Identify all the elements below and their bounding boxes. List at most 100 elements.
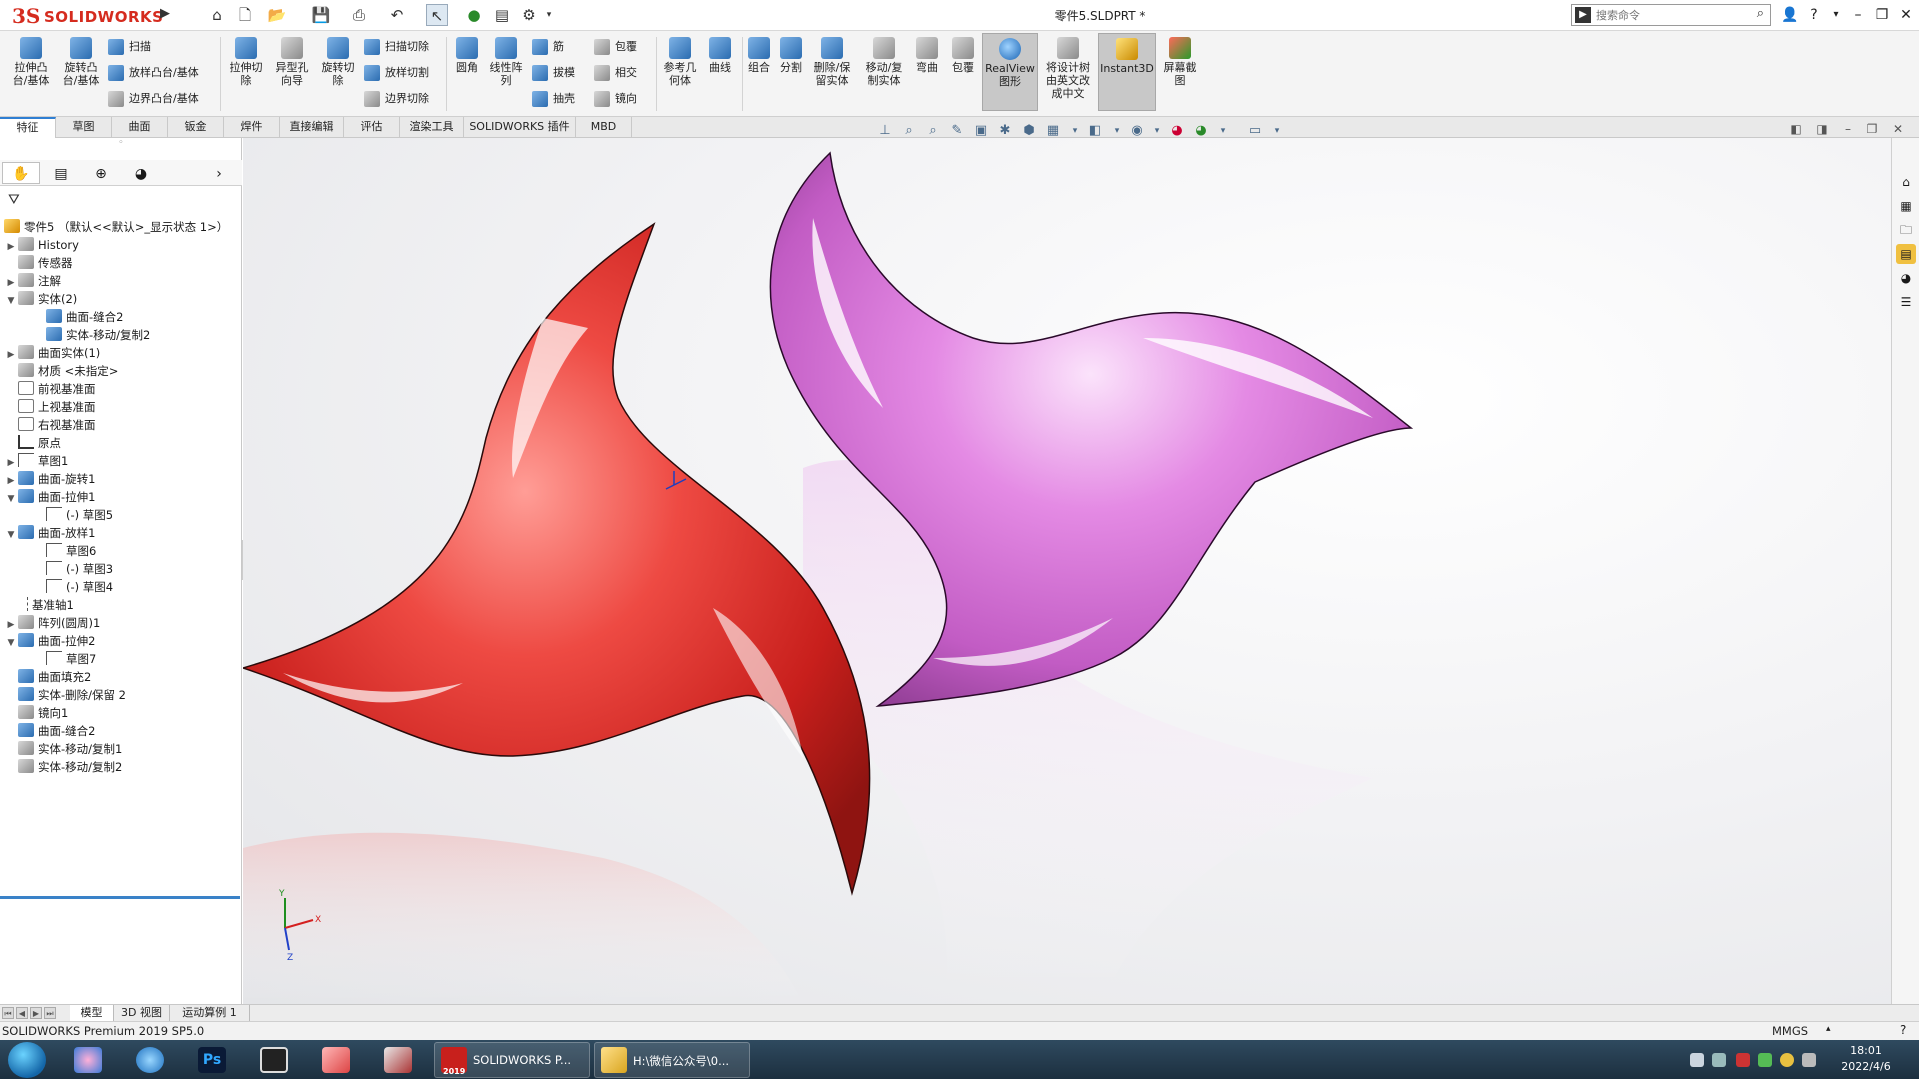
tab-sketch[interactable]: 草图 (56, 117, 112, 138)
tab-render-tools[interactable]: 渲染工具 (400, 117, 464, 138)
system-clock[interactable]: 18:01 2022/4/6 (1826, 1043, 1906, 1075)
taskbar-app-recorder[interactable] (248, 1043, 300, 1077)
appearances-scenes-icon[interactable]: ◕ (1896, 268, 1916, 288)
search-input[interactable] (1596, 7, 1736, 23)
tree-item-sketch6[interactable]: 草图6 (32, 542, 96, 560)
instant3d-button[interactable]: Instant3D (1098, 33, 1156, 111)
fillet-button[interactable]: 圆角 (450, 37, 484, 74)
tab-model[interactable]: 模型 (70, 1005, 114, 1021)
loft-cut-button[interactable]: 放样切割 (364, 63, 429, 83)
help-dropdown-icon[interactable]: ▾ (1824, 4, 1848, 26)
shell-button[interactable]: 抽壳 (532, 89, 575, 109)
panel-expand-icon[interactable]: › (206, 162, 232, 184)
minimize-icon[interactable]: – (1846, 4, 1870, 26)
collapse-arrow-icon[interactable]: ▼ (4, 292, 18, 310)
intersect-button[interactable]: 相交 (594, 63, 637, 83)
collapse-arrow-icon[interactable]: ▼ (4, 526, 18, 544)
tab-evaluate[interactable]: 评估 (344, 117, 400, 138)
close-icon[interactable]: ✕ (1894, 4, 1918, 26)
unit-system[interactable]: MMGS (1772, 1024, 1808, 1038)
tab-surfaces[interactable]: 曲面 (112, 117, 168, 138)
tree-item-axis1[interactable]: 基准轴1 (4, 596, 74, 614)
solidworks-resources-icon[interactable]: ⌂ (1896, 172, 1916, 192)
collapse-arrow-icon[interactable]: ▼ (4, 634, 18, 652)
panel-grip-icon[interactable]: ◦ (0, 138, 242, 160)
tree-item-sensors[interactable]: 传感器 (4, 254, 73, 272)
curves-button[interactable]: 曲线 (702, 37, 738, 74)
tree-item-delete-keep2[interactable]: 实体-删除/保留 2 (4, 686, 126, 704)
tray-volume-icon[interactable] (1802, 1053, 1816, 1067)
realview-graphics-button[interactable]: RealView 图形 (982, 33, 1038, 111)
tree-item-right-plane[interactable]: 右视基准面 (4, 416, 96, 434)
split-button[interactable]: 分割 (776, 37, 806, 74)
tree-item-mirror1[interactable]: 镜向1 (4, 704, 68, 722)
options-dropdown-icon[interactable]: ▾ (544, 4, 554, 26)
solidworks-logo[interactable]: 3S SOLIDWORKS (4, 3, 163, 28)
custom-properties-icon[interactable]: ☰ (1896, 292, 1916, 312)
tree-item-sketch5[interactable]: (-) 草图5 (32, 506, 113, 524)
home-icon[interactable]: ⌂ (206, 4, 228, 26)
view-palette-icon[interactable]: ▤ (1896, 244, 1916, 264)
draft-button[interactable]: 拔模 (532, 63, 575, 83)
tree-item-origin[interactable]: 原点 (4, 434, 61, 452)
tray-antivirus-icon[interactable] (1736, 1053, 1750, 1067)
user-account-icon[interactable]: 👤 (1778, 4, 1802, 26)
taskbar-solidworks-window[interactable]: 2019 SOLIDWORKS P... (434, 1042, 590, 1078)
extrude-boss-button[interactable]: 拉伸凸 台/基体 (8, 37, 54, 87)
print-icon[interactable]: ⎙ (348, 4, 370, 26)
tree-item-surface-loft1[interactable]: ▼ 曲面-放样1 (4, 524, 95, 542)
rollback-bar[interactable] (0, 896, 240, 899)
tree-item-front-plane[interactable]: 前视基准面 (4, 380, 96, 398)
design-library-icon[interactable]: ▦ (1896, 196, 1916, 216)
tab-3d-views[interactable]: 3D 视图 (114, 1005, 170, 1021)
property-manager-tab-icon[interactable]: ▤ (42, 162, 80, 184)
tree-item-sketch7[interactable]: 草图7 (32, 650, 96, 668)
tab-motion-study[interactable]: 运动算例 1 (170, 1005, 250, 1021)
tree-item-annotations[interactable]: ▶ 注解 (4, 272, 61, 290)
tree-item-sketch1[interactable]: ▶ 草图1 (4, 452, 68, 470)
tree-item-body-move2[interactable]: 实体-移动/复制2 (32, 326, 150, 344)
tab-features[interactable]: 特征 (0, 117, 56, 138)
tray-network-icon[interactable] (1712, 1053, 1726, 1067)
revolve-cut-button[interactable]: 旋转切 除 (316, 37, 360, 87)
graphics-area[interactable]: Y X Z (243, 138, 1891, 1004)
taskbar-app-tools[interactable] (372, 1043, 424, 1077)
rib-button[interactable]: 筋 (532, 37, 564, 57)
tree-item-move-copy1[interactable]: 实体-移动/复制1 (4, 740, 122, 758)
options-gear-icon[interactable]: ⚙ (518, 4, 540, 26)
tree-item-sketch3[interactable]: (-) 草图3 (32, 560, 113, 578)
new-file-icon[interactable]: 🗋 (234, 4, 256, 26)
revolve-boss-button[interactable]: 旋转凸 台/基体 (58, 37, 104, 87)
tree-item-material[interactable]: 材质 <未指定> (4, 362, 118, 380)
reference-geometry-button[interactable]: 参考几 何体 (660, 37, 700, 87)
open-file-icon[interactable]: 📂 (266, 4, 288, 26)
tray-expand-icon[interactable] (1690, 1053, 1704, 1067)
select-pointer-icon[interactable]: ↖ (426, 4, 448, 26)
boundary-boss-button[interactable]: 边界凸台/基体 (108, 89, 199, 109)
search-commands[interactable]: ▶ ⌕ (1571, 4, 1771, 26)
windows-start-icon[interactable] (8, 1042, 46, 1078)
tab-weldments[interactable]: 焊件 (224, 117, 280, 138)
tab-solidworks-addins[interactable]: SOLIDWORKS 插件 (464, 117, 576, 138)
tree-item-sketch4[interactable]: (-) 草图4 (32, 578, 113, 596)
taskbar-app-ie[interactable] (124, 1043, 176, 1077)
tree-item-surface-revolve1[interactable]: ▶ 曲面-旋转1 (4, 470, 95, 488)
units-dropdown-icon[interactable]: ▴ (1826, 1024, 1831, 1034)
tree-item-history[interactable]: ▶ History (4, 236, 79, 254)
extrude-cut-button[interactable]: 拉伸切 除 (224, 37, 268, 87)
tree-item-body-knit2[interactable]: 曲面-缝合2 (32, 308, 123, 326)
tree-item-surface-extrude1[interactable]: ▼ 曲面-拉伸1 (4, 488, 95, 506)
help-icon[interactable]: ? (1802, 4, 1826, 26)
tree-item-knit2[interactable]: 曲面-缝合2 (4, 722, 95, 740)
boundary-cut-button[interactable]: 边界切除 (364, 89, 429, 109)
display-manager-tab-icon[interactable]: ◕ (122, 162, 160, 184)
translate-tree-button[interactable]: 将设计树 由英文改 成中文 (1042, 37, 1094, 100)
quick-tips-icon[interactable]: ? (1900, 1023, 1906, 1037)
taskbar-folder-window[interactable]: H:\微信公众号\0... (594, 1042, 750, 1078)
prev-tab-icon[interactable]: ◀ (16, 1007, 28, 1019)
wrap-large-button[interactable]: 包覆 (948, 37, 978, 74)
tree-item-solid-bodies[interactable]: ▼ 实体(2) (4, 290, 77, 308)
tray-status-icon[interactable] (1780, 1053, 1794, 1067)
feature-manager-tab-icon[interactable]: ✋ (2, 162, 40, 184)
taskbar-app-browser[interactable] (62, 1043, 114, 1077)
